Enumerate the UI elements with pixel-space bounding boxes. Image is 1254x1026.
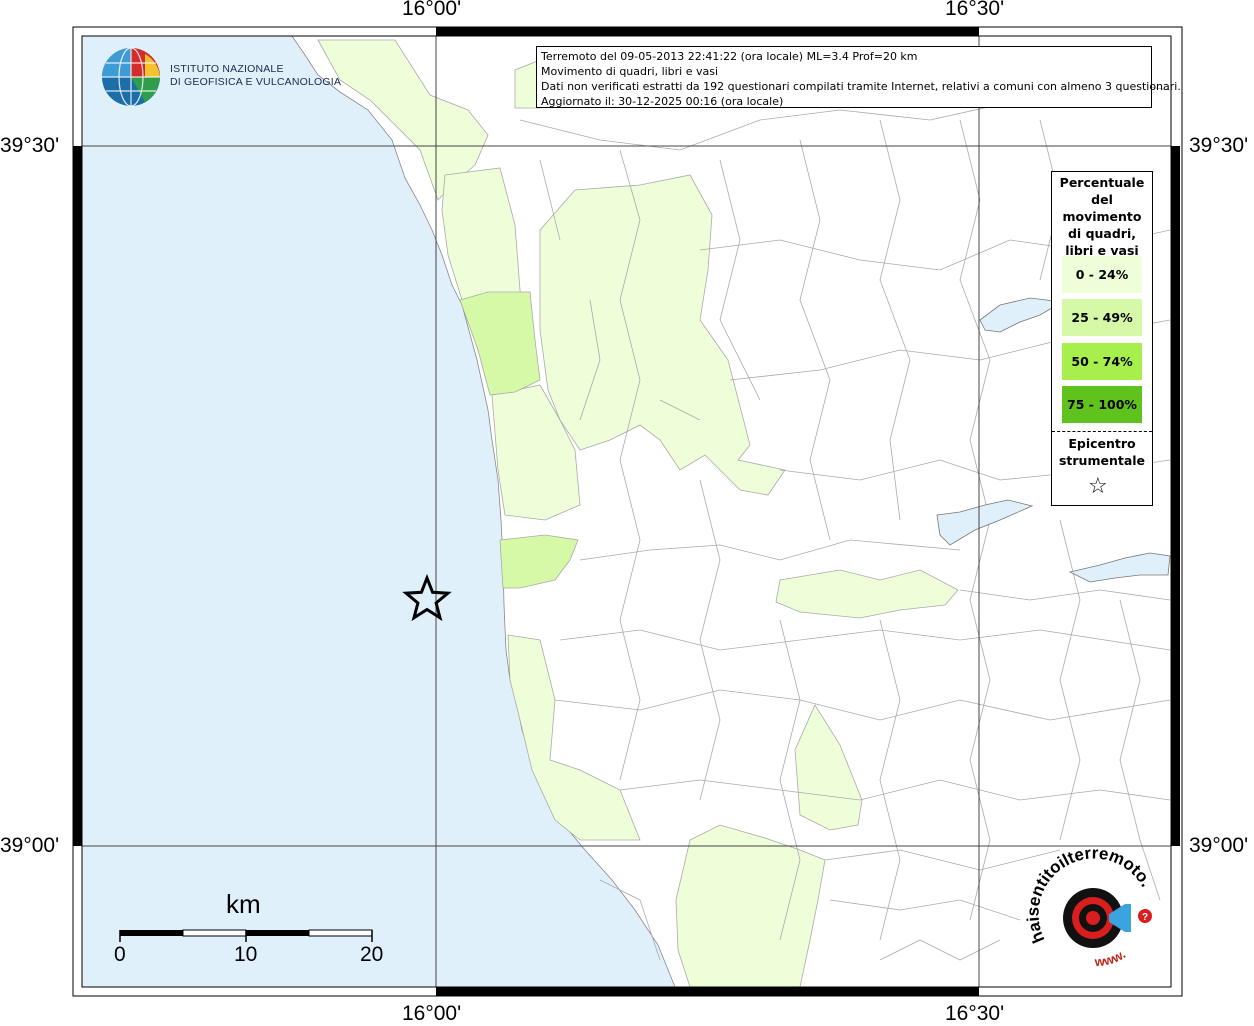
scale-segment <box>120 930 183 936</box>
event-info-box: Terremoto del 09-05-2013 22:41:22 (ora l… <box>536 46 1181 108</box>
tick-bottom-16-30: 16°30' <box>945 1002 1005 1025</box>
ingv-line-1: ISTITUTO NAZIONALE <box>170 63 284 75</box>
border-bar <box>436 27 979 36</box>
event-info-line: Movimento di quadri, libri e vasi <box>541 65 719 78</box>
legend-title: Percentuale del movimento di quadri, lib… <box>1059 175 1145 258</box>
hst-www: www. <box>1093 946 1128 969</box>
tick-top-16-30: 16°30' <box>945 0 1005 20</box>
tick-right-39-00: 39°00' <box>1189 834 1249 857</box>
scale-label: 20 <box>360 943 384 966</box>
ingv-line-2: DI GEOFISICA E VULCANOLOGIA <box>170 76 342 88</box>
svg-text:www.: www. <box>1093 946 1128 969</box>
tick-top-16-00: 16°00' <box>402 0 462 20</box>
event-info-line: Terremoto del 09-05-2013 22:41:22 (ora l… <box>541 50 918 63</box>
scale-label: 10 <box>234 943 258 966</box>
ingv-logo: ISTITUTO NAZIONALE DI GEOFISICA E VULCAN… <box>100 46 341 110</box>
legend-item: 50 - 74% <box>1062 343 1142 380</box>
scale-segment <box>182 929 247 937</box>
event-info-line: Aggiornato il: 30-12-2025 00:16 (ora loc… <box>541 95 784 108</box>
scale-unit: km <box>226 889 261 919</box>
haisentitoilterremoto-logo: haisentitoilterremoto.it www. ? <box>1025 848 1175 978</box>
legend: Percentuale del movimento di quadri, lib… <box>1051 171 1153 506</box>
legend-item: 75 - 100% <box>1062 386 1142 423</box>
event-info-line: Dati non verificati estratti da 192 ques… <box>541 80 1181 93</box>
legend-separator <box>1052 431 1152 432</box>
star-icon: ☆ <box>1088 474 1108 499</box>
border-bar <box>1171 146 1180 846</box>
border-bar <box>73 146 82 846</box>
scale-label: 0 <box>114 943 126 966</box>
legend-item: 25 - 49% <box>1062 299 1142 336</box>
scale-segment <box>308 929 373 937</box>
tick-right-39-30: 39°30' <box>1189 134 1249 157</box>
ingv-name: ISTITUTO NAZIONALE DI GEOFISICA E VULCAN… <box>170 63 341 89</box>
svg-text:?: ? <box>1142 912 1148 923</box>
tick-bottom-16-00: 16°00' <box>402 1002 462 1025</box>
border-bar <box>436 987 979 996</box>
target-icon: haisentitoilterremoto.it www. ? <box>1025 848 1156 969</box>
tick-left-39-00: 39°00' <box>0 834 60 857</box>
globe-icon <box>102 47 160 107</box>
scale-segment <box>246 930 309 936</box>
legend-item: 0 - 24% <box>1062 256 1142 293</box>
legend-epicenter-label: Epicentro strumentale <box>1058 436 1146 468</box>
tick-left-39-30: 39°30' <box>0 134 60 157</box>
